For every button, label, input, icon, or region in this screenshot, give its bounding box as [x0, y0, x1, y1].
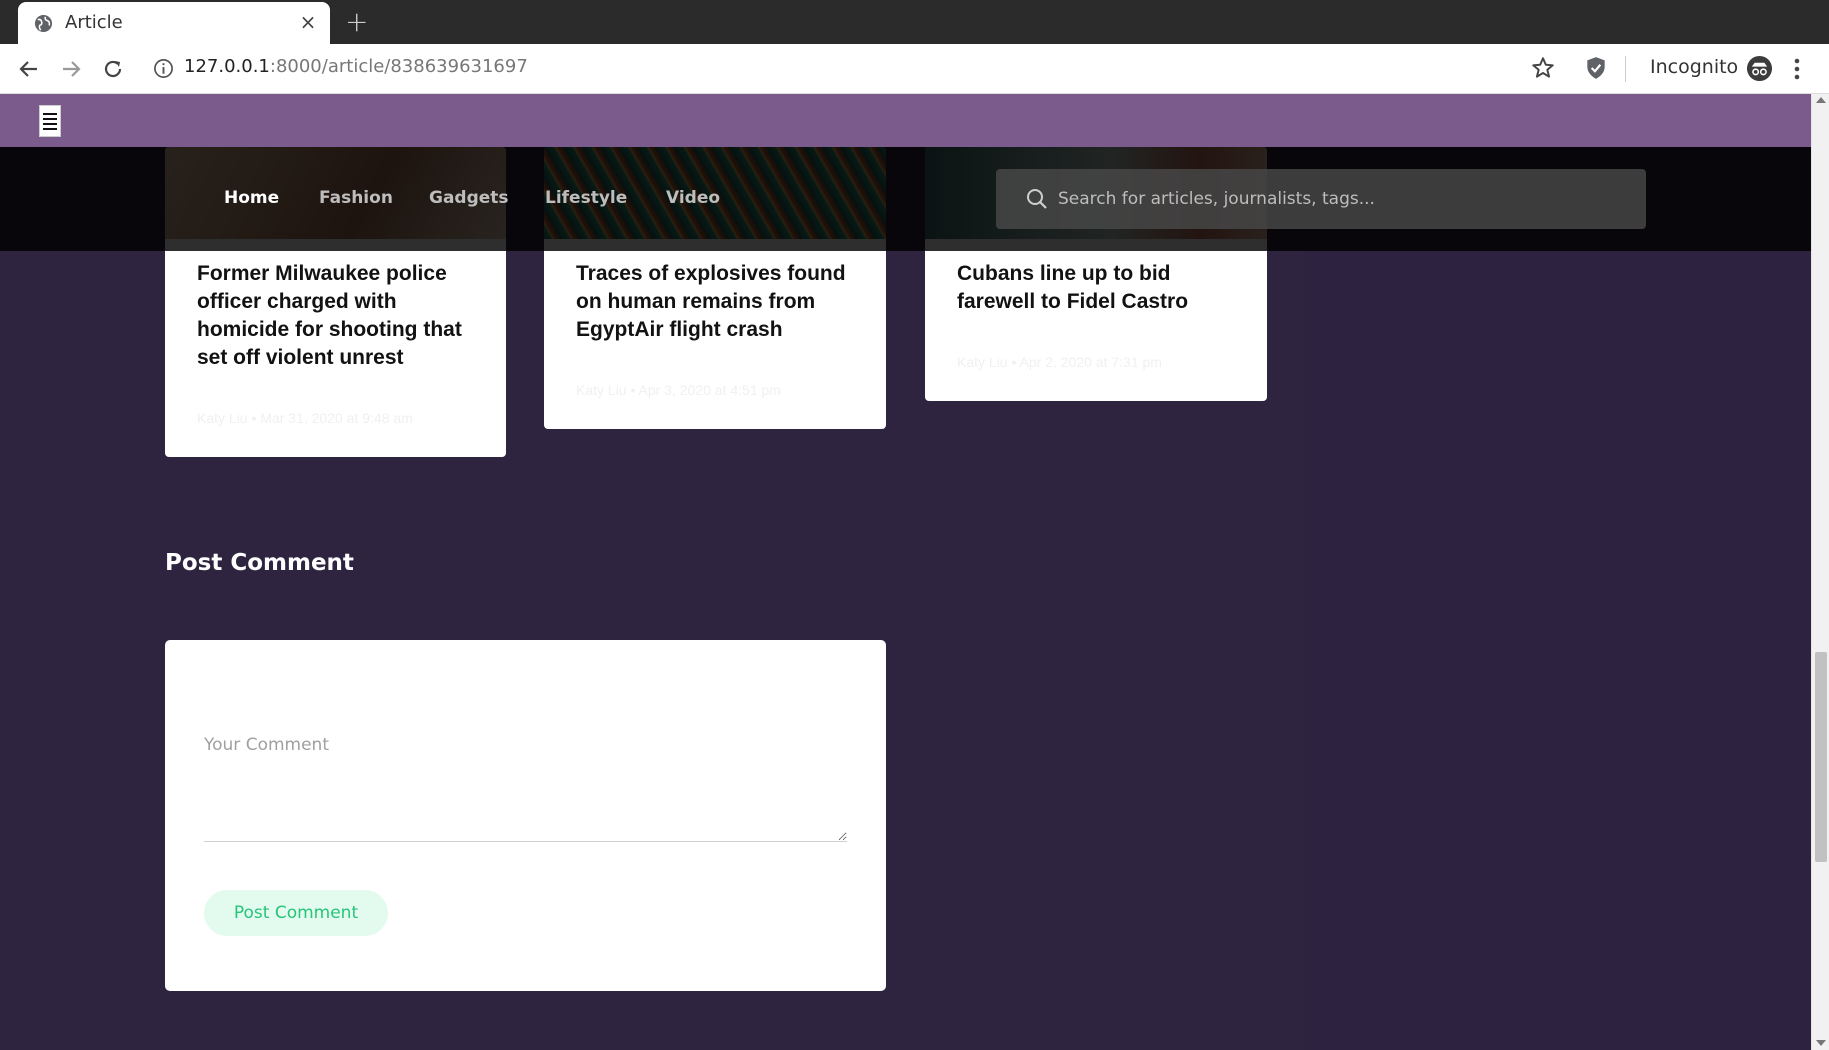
- article-author[interactable]: Katy Liu: [957, 354, 1008, 370]
- hamburger-menu-icon[interactable]: [39, 105, 61, 137]
- article-title[interactable]: Cubans line up to bid farewell to Fidel …: [957, 260, 1247, 316]
- scroll-down-arrow-icon[interactable]: [1816, 1040, 1826, 1046]
- scrollbar-thumb[interactable]: [1815, 652, 1827, 862]
- scroll-up-arrow-icon[interactable]: [1816, 97, 1826, 103]
- new-tab-button[interactable]: +: [345, 5, 368, 38]
- page-viewport: Former Milwaukee police officer charged …: [0, 94, 1811, 1050]
- close-icon[interactable]: ×: [298, 10, 318, 34]
- comment-textarea[interactable]: [204, 735, 847, 842]
- article-meta: Katy Liu • Apr 2, 2020 at 7:31 pm: [957, 354, 1162, 370]
- site-navigation: Home Fashion Gadgets Lifestyle Video: [0, 147, 1811, 251]
- browser-tabstrip: Article × +: [0, 0, 1829, 44]
- browser-toolbar: 127.0.0.1:8000/article/838639631697 Inco…: [0, 44, 1829, 94]
- kebab-menu-icon[interactable]: [1793, 56, 1801, 82]
- forward-button[interactable]: [56, 54, 86, 84]
- article-date: Mar 31, 2020 at 9:48 am: [260, 410, 413, 426]
- arrow-right-icon: [63, 61, 81, 77]
- comment-form: Post Comment: [165, 640, 886, 991]
- site-top-bar: [0, 94, 1811, 147]
- article-title[interactable]: Traces of explosives found on human rema…: [576, 260, 866, 344]
- nav-item-lifestyle[interactable]: Lifestyle: [545, 188, 627, 208]
- star-icon[interactable]: [1530, 55, 1556, 81]
- nav-item-gadgets[interactable]: Gadgets: [429, 188, 509, 208]
- article-author[interactable]: Katy Liu: [197, 410, 248, 426]
- reload-button[interactable]: [98, 54, 128, 84]
- post-comment-button[interactable]: Post Comment: [204, 890, 388, 936]
- incognito-icon[interactable]: [1746, 55, 1773, 82]
- article-meta: Katy Liu • Mar 31, 2020 at 9:48 am: [197, 410, 413, 426]
- article-date: Apr 2, 2020 at 7:31 pm: [1019, 354, 1162, 370]
- shield-extension-icon[interactable]: [1583, 55, 1609, 81]
- nav-item-video[interactable]: Video: [666, 188, 720, 208]
- address-bar[interactable]: 127.0.0.1:8000/article/838639631697: [184, 56, 528, 77]
- url-host: 127.0.0.1: [184, 56, 270, 77]
- incognito-label: Incognito: [1650, 56, 1739, 78]
- search-input[interactable]: [1058, 184, 1618, 214]
- article-author[interactable]: Katy Liu: [576, 382, 627, 398]
- search-icon: [1027, 189, 1047, 209]
- search-box[interactable]: [996, 169, 1646, 229]
- toolbar-divider: [1625, 56, 1626, 82]
- nav-item-fashion[interactable]: Fashion: [319, 188, 393, 208]
- page-scrollbar[interactable]: [1811, 94, 1829, 1050]
- info-icon[interactable]: [153, 58, 174, 79]
- arrow-left-icon: [19, 61, 37, 77]
- tab-title: Article: [65, 12, 123, 33]
- reload-icon: [104, 60, 122, 78]
- article-date: Apr 3, 2020 at 4:51 pm: [638, 382, 781, 398]
- back-button[interactable]: [14, 54, 44, 84]
- nav-item-home[interactable]: Home: [224, 188, 279, 208]
- article-title[interactable]: Former Milwaukee police officer charged …: [197, 260, 487, 372]
- article-meta: Katy Liu • Apr 3, 2020 at 4:51 pm: [576, 382, 781, 398]
- browser-tab[interactable]: Article ×: [18, 2, 330, 44]
- post-comment-heading: Post Comment: [165, 550, 354, 576]
- url-path: :8000/article/838639631697: [269, 56, 528, 77]
- globe-icon: [34, 14, 53, 33]
